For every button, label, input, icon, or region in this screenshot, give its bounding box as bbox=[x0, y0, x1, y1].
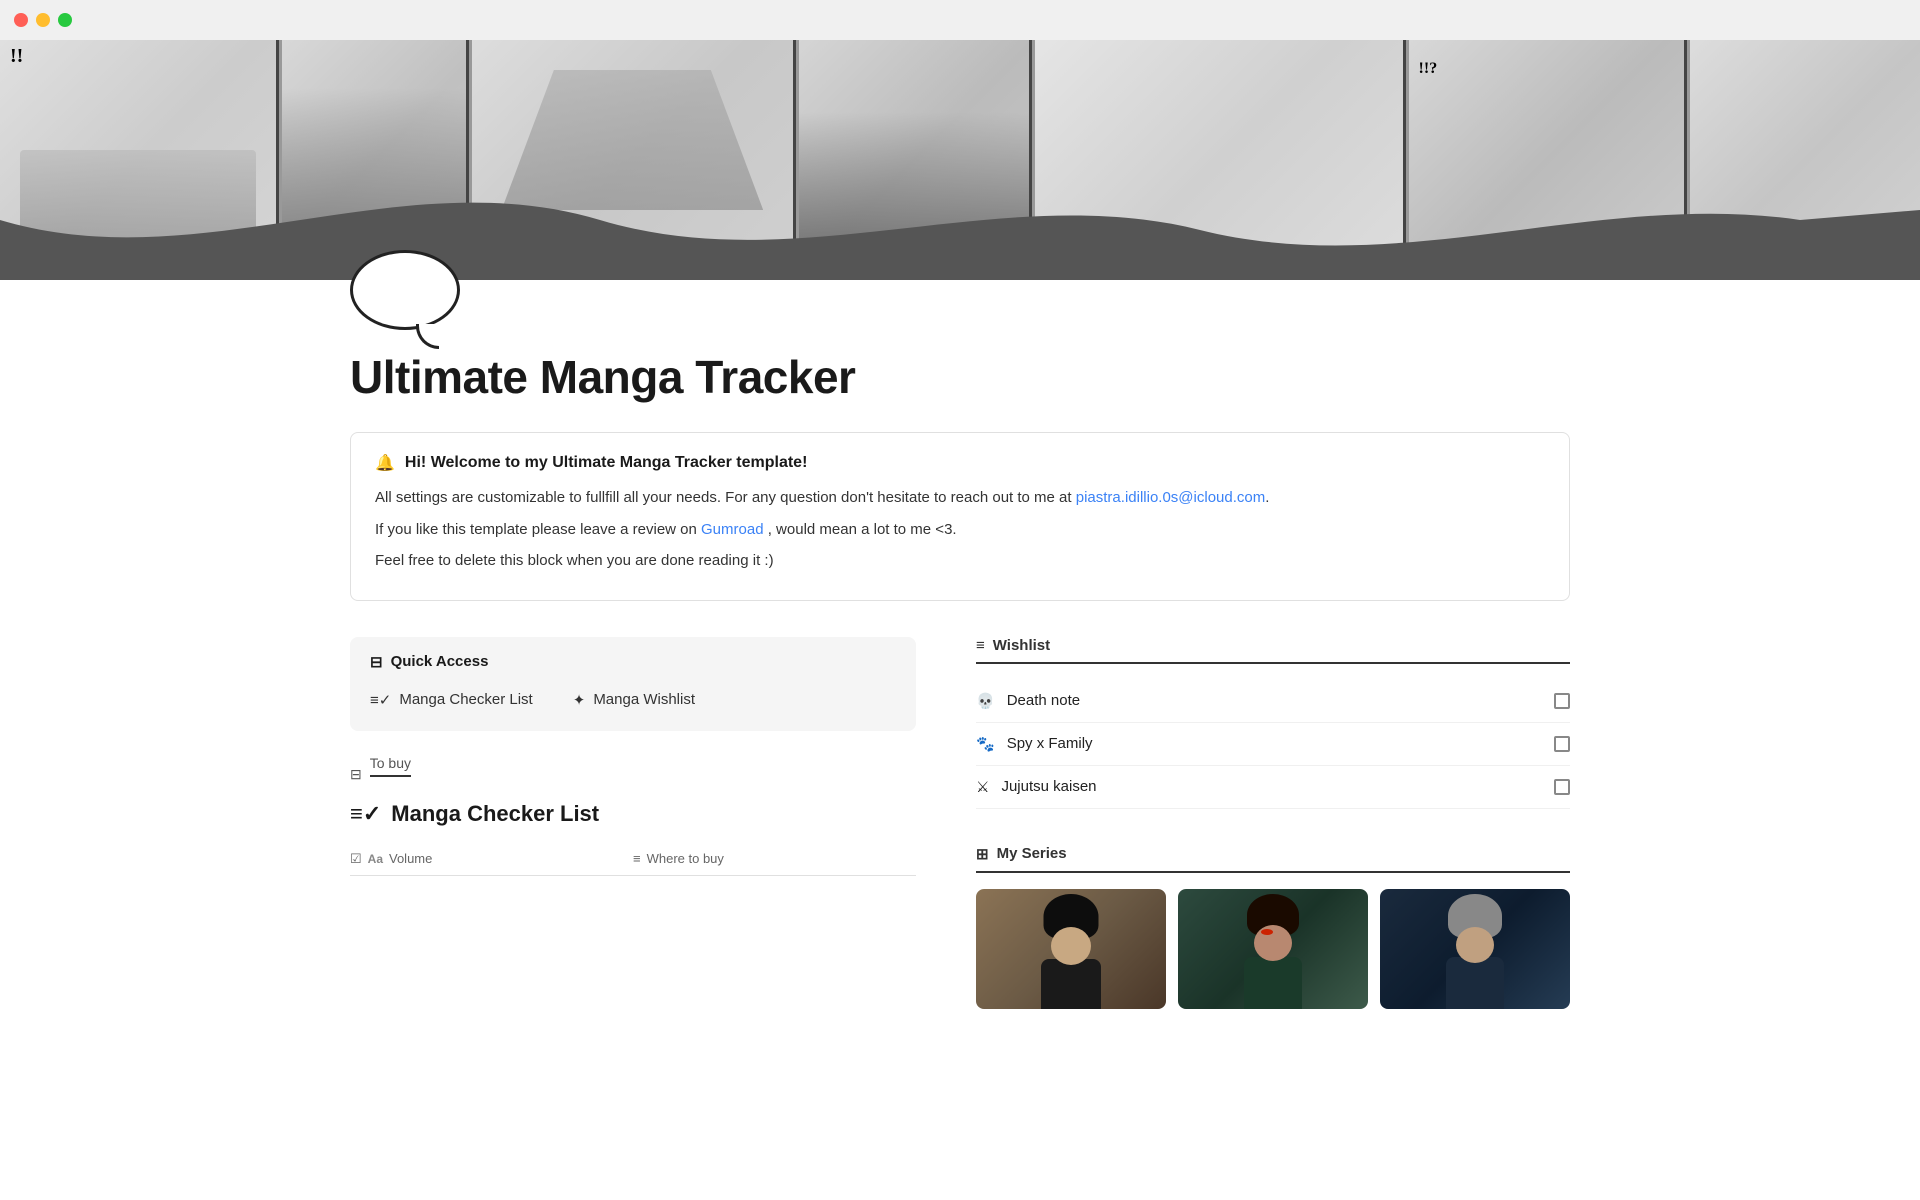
gumroad-link[interactable]: Gumroad bbox=[701, 521, 764, 538]
aa-icon: Aa bbox=[368, 852, 383, 866]
speech-bubble-icon bbox=[350, 250, 460, 330]
manga-checker-list-title: ≡✓ Manga Checker List bbox=[350, 801, 916, 827]
my-series-header: ⊞ My Series bbox=[976, 845, 1570, 873]
wishlist-item-jujutsu[interactable]: ⚔ Jujutsu kaisen bbox=[976, 766, 1570, 809]
hero-banner: !! POUNDCANNON !!? bbox=[0, 40, 1920, 280]
series-card-kimetsu[interactable] bbox=[1178, 889, 1368, 1009]
where-to-buy-column-header: ≡ Where to buy bbox=[633, 851, 916, 867]
welcome-header: 🔔 Hi! Welcome to my Ultimate Manga Track… bbox=[375, 453, 1545, 473]
maximize-button[interactable] bbox=[58, 13, 72, 27]
list-icon: ≡ bbox=[976, 637, 985, 654]
series-card-unknown[interactable] bbox=[1380, 889, 1570, 1009]
main-content: Ultimate Manga Tracker 🔔 Hi! Welcome to … bbox=[270, 250, 1650, 1045]
my-series-section: ⊞ My Series bbox=[976, 845, 1570, 1009]
welcome-line3: Feel free to delete this block when you … bbox=[375, 548, 1545, 574]
series-cards-container bbox=[976, 889, 1570, 1009]
jujutsu-checkbox[interactable] bbox=[1554, 779, 1570, 795]
grid-icon: ⊟ bbox=[370, 653, 383, 671]
left-column: ⊟ Quick Access ≡✓ Manga Checker List ✦ M… bbox=[350, 637, 916, 1045]
table-icon: ⊟ bbox=[350, 766, 362, 783]
sparkle-icon: ✦ bbox=[573, 691, 586, 709]
minimize-button[interactable] bbox=[36, 13, 50, 27]
checklist-icon: ≡✓ bbox=[370, 691, 391, 709]
page-title: Ultimate Manga Tracker bbox=[350, 350, 1570, 404]
paw-icon: 🐾 bbox=[976, 735, 995, 753]
manga-background: !! POUNDCANNON !!? bbox=[0, 40, 1920, 280]
death-note-checkbox[interactable] bbox=[1554, 693, 1570, 709]
welcome-title: Hi! Welcome to my Ultimate Manga Tracker… bbox=[405, 454, 807, 472]
text-cols-icon: ≡ bbox=[633, 851, 641, 866]
wishlist-header: ≡ Wishlist bbox=[976, 637, 1570, 664]
manga-checker-list-link[interactable]: ≡✓ Manga Checker List bbox=[370, 685, 533, 715]
to-buy-section-label: ⊟ To buy bbox=[350, 755, 916, 795]
welcome-line2: If you like this template please leave a… bbox=[375, 517, 1545, 543]
quick-access-box: ⊟ Quick Access ≡✓ Manga Checker List ✦ M… bbox=[350, 637, 916, 731]
skull-icon: 💀 bbox=[976, 692, 995, 710]
table-header-row: ☑ Aa Volume ≡ Where to buy bbox=[350, 843, 916, 876]
right-column: ≡ Wishlist 💀 Death note 🐾 Spy x Family bbox=[976, 637, 1570, 1045]
welcome-line1: All settings are customizable to fullfil… bbox=[375, 485, 1545, 511]
manga-wishlist-link[interactable]: ✦ Manga Wishlist bbox=[573, 685, 695, 715]
bell-icon: 🔔 bbox=[375, 453, 395, 473]
grid-series-icon: ⊞ bbox=[976, 845, 989, 863]
welcome-block: 🔔 Hi! Welcome to my Ultimate Manga Track… bbox=[350, 432, 1570, 601]
volume-column-header: ☑ Aa Volume bbox=[350, 851, 633, 867]
wishlist-item-spy-family[interactable]: 🐾 Spy x Family bbox=[976, 723, 1570, 766]
to-buy-label: To buy bbox=[370, 755, 411, 777]
page-icon bbox=[350, 250, 1570, 330]
series-card-death-note[interactable] bbox=[976, 889, 1166, 1009]
checkbox-icon: ☑ bbox=[350, 851, 362, 867]
quick-access-label: Quick Access bbox=[391, 653, 489, 670]
checklist-icon-2: ≡✓ bbox=[350, 801, 381, 827]
spy-family-checkbox[interactable] bbox=[1554, 736, 1570, 752]
quick-access-header: ⊟ Quick Access bbox=[370, 653, 896, 671]
sword-icon: ⚔ bbox=[976, 778, 989, 796]
wishlist-item-death-note[interactable]: 💀 Death note bbox=[976, 680, 1570, 723]
wishlist-section: ≡ Wishlist 💀 Death note 🐾 Spy x Family bbox=[976, 637, 1570, 809]
quick-access-links: ≡✓ Manga Checker List ✦ Manga Wishlist bbox=[370, 685, 896, 715]
close-button[interactable] bbox=[14, 13, 28, 27]
title-bar bbox=[0, 0, 1920, 40]
email-link[interactable]: piastra.idillio.0s@icloud.com bbox=[1076, 489, 1265, 506]
two-column-layout: ⊟ Quick Access ≡✓ Manga Checker List ✦ M… bbox=[350, 637, 1570, 1045]
